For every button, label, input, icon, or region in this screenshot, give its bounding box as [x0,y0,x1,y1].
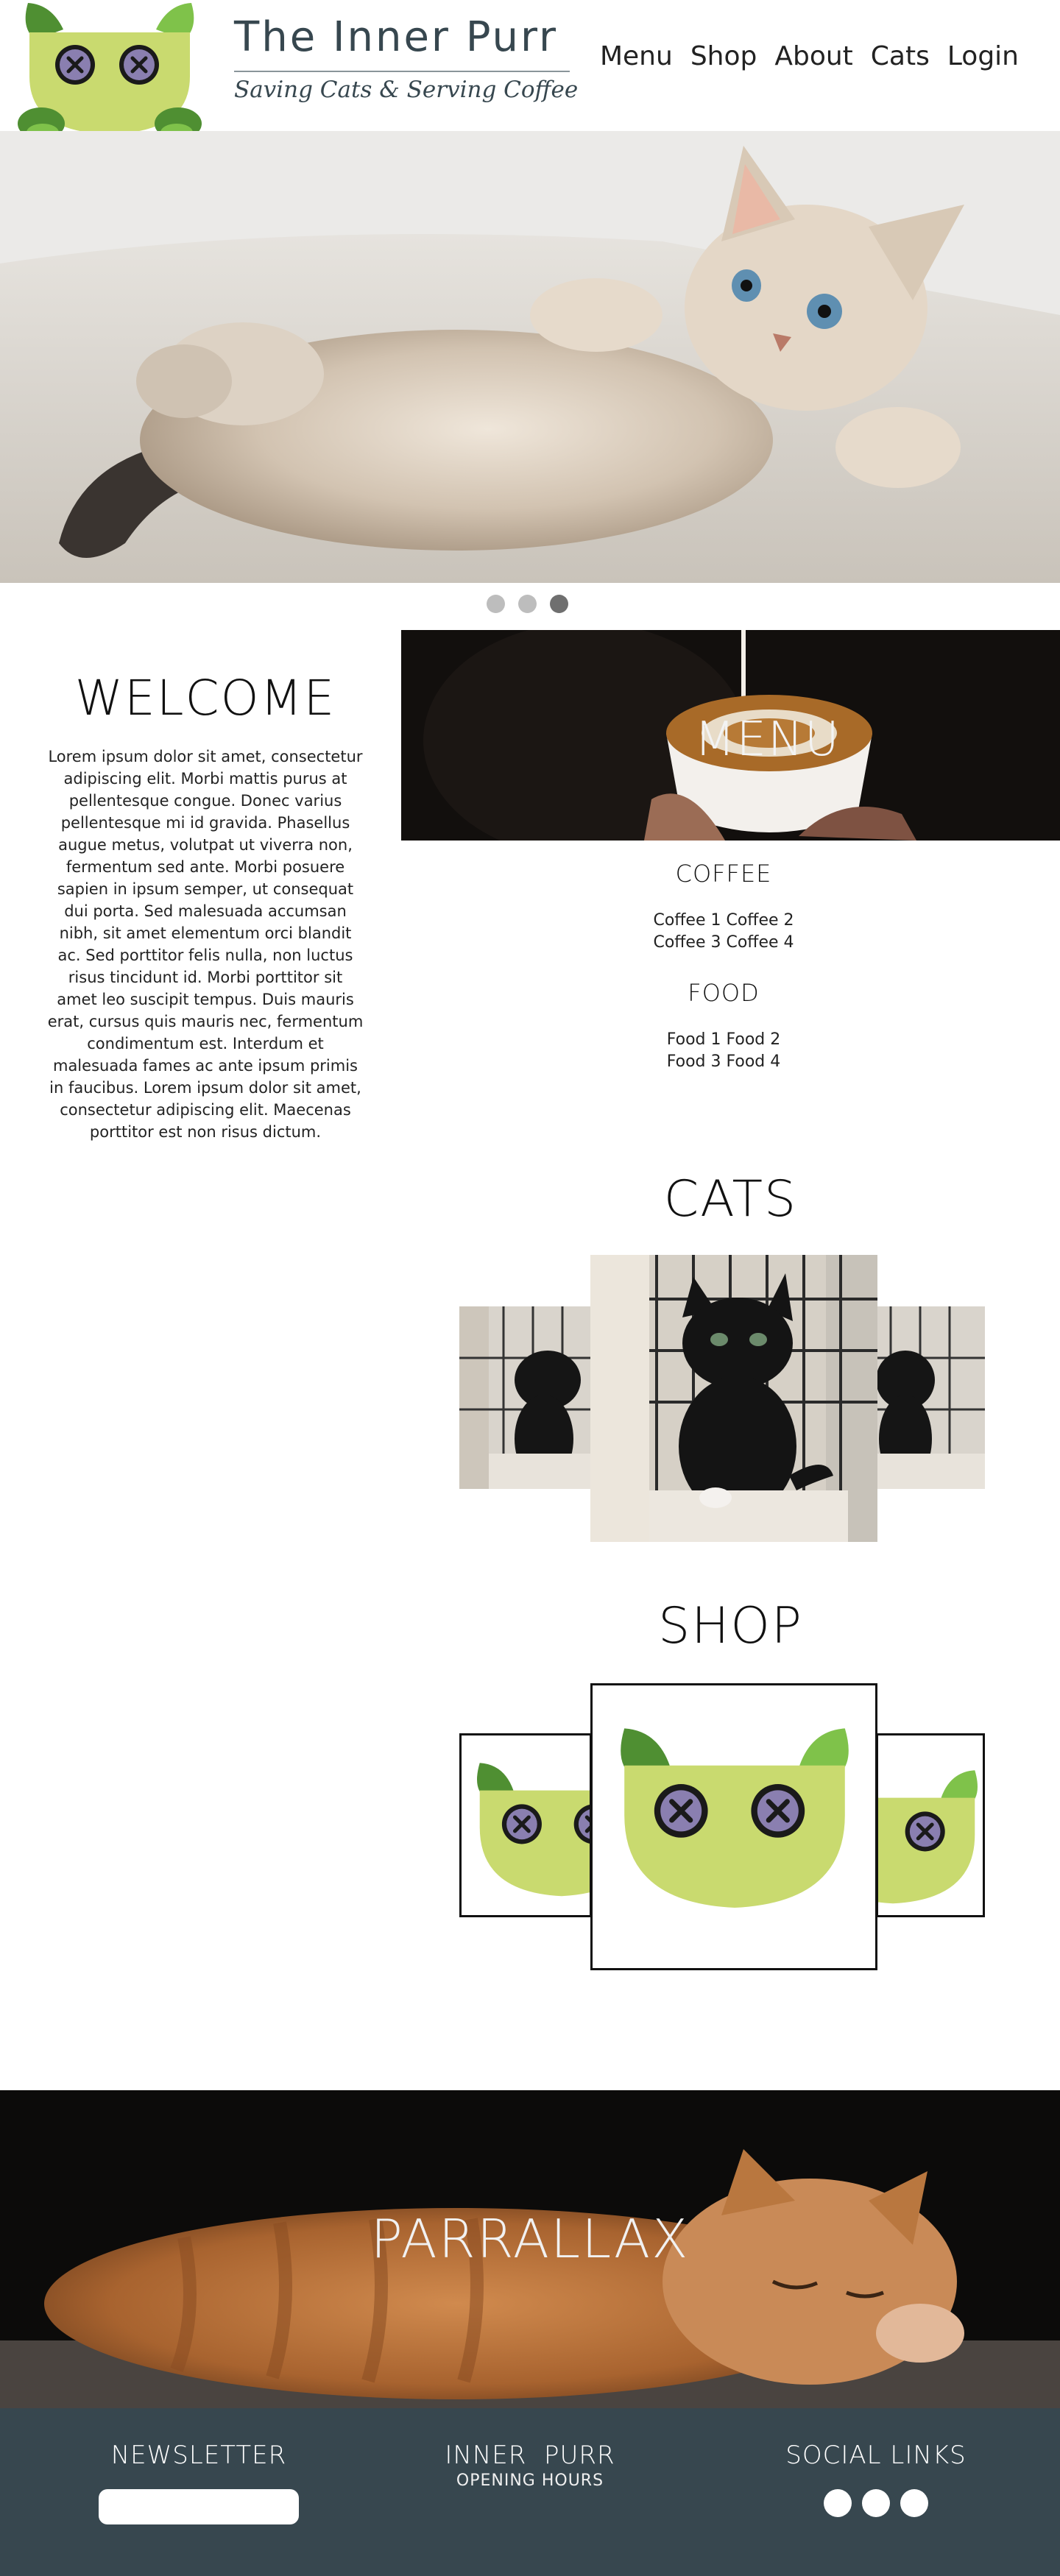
newsletter-email-input[interactable] [99,2489,299,2524]
food-row: Food 3 Food 4 [666,1052,781,1071]
newsletter-column: NEWSLETTER [99,2441,299,2524]
inner-purr-column: INNER PURR OPENING HOURS [412,2441,648,2490]
parallax-section: PARRALLAX [0,2090,1060,2408]
nav-menu-link[interactable]: Menu [600,41,673,71]
shop-title: SHOP [658,1597,803,1655]
coffee-heading: COFFEE [675,860,772,888]
cats-carousel-next[interactable] [876,1306,985,1489]
menu-banner-label: MENU [694,712,841,767]
welcome-title: WELCOME [74,670,336,726]
cats-title: CATS [663,1170,798,1228]
site-tagline: Saving Cats & Serving Coffee [234,77,579,103]
food-row: Food 1 Food 2 [666,1030,781,1049]
footer-brand-title: INNER PURR [445,2441,615,2470]
main-nav: Menu Shop About Cats Login [600,41,1019,71]
social-links [758,2489,994,2517]
social-column: SOCIAL LINKS [758,2441,994,2517]
welcome-text: Lorem ipsum dolor sit amet, consectetur … [47,748,364,1141]
parallax-label: PARRALLAX [370,2208,690,2270]
nav-cats-link[interactable]: Cats [871,41,930,71]
slide-dot-1[interactable] [487,595,505,613]
cat-face-logo-icon [606,1722,863,1928]
shop-carousel-prev[interactable] [459,1733,592,1917]
social-link-icon[interactable] [900,2489,928,2517]
welcome-section: WELCOME Lorem ipsum dolor sit amet, cons… [47,670,364,1143]
coffee-row: Coffee 1 Coffee 2 [653,911,794,930]
slide-dot-2[interactable] [518,595,537,613]
hero-slider[interactable] [0,131,1060,583]
food-items: Food 1 Food 2 Food 3 Food 4 [540,1029,908,1073]
site-header: The Inner Purr Saving Cats & Serving Cof… [0,0,1060,141]
hero-kitten-image [0,131,1060,583]
site-title[interactable]: The Inner Purr [234,13,558,61]
black-kitten-image [459,1306,592,1489]
site-footer: NEWSLETTER INNER PURR OPENING HOURS SOCI… [0,2408,1060,2576]
social-link-icon[interactable] [824,2489,852,2517]
social-link-icon[interactable] [862,2489,890,2517]
black-kitten-image [876,1306,985,1489]
shop-carousel-next[interactable] [876,1733,985,1917]
hero-slider-dots [487,595,568,613]
food-heading: FOOD [688,979,760,1007]
title-divider [234,71,570,72]
cats-carousel-prev[interactable] [459,1306,592,1489]
shop-carousel-current[interactable] [590,1683,877,1970]
nav-login-link[interactable]: Login [947,41,1019,71]
cat-face-logo-icon[interactable] [18,3,202,147]
newsletter-title: NEWSLETTER [110,2441,287,2470]
black-kitten-image [590,1255,877,1542]
slide-dot-3[interactable] [550,595,568,613]
cat-face-logo-icon [876,1765,985,1917]
menu-list: COFFEE Coffee 1 Coffee 2 Coffee 3 Coffee… [540,860,908,1098]
nav-about-link[interactable]: About [774,41,852,71]
cat-face-logo-icon [466,1758,592,1912]
opening-hours-link[interactable]: OPENING HOURS [412,2471,648,2490]
coffee-row: Coffee 3 Coffee 4 [653,933,794,952]
nav-shop-link[interactable]: Shop [690,41,757,71]
social-links-title: SOCIAL LINKS [785,2441,967,2470]
coffee-items: Coffee 1 Coffee 2 Coffee 3 Coffee 4 [540,910,908,954]
cats-carousel-current[interactable] [590,1255,877,1542]
menu-banner[interactable]: MENU [401,630,1060,841]
